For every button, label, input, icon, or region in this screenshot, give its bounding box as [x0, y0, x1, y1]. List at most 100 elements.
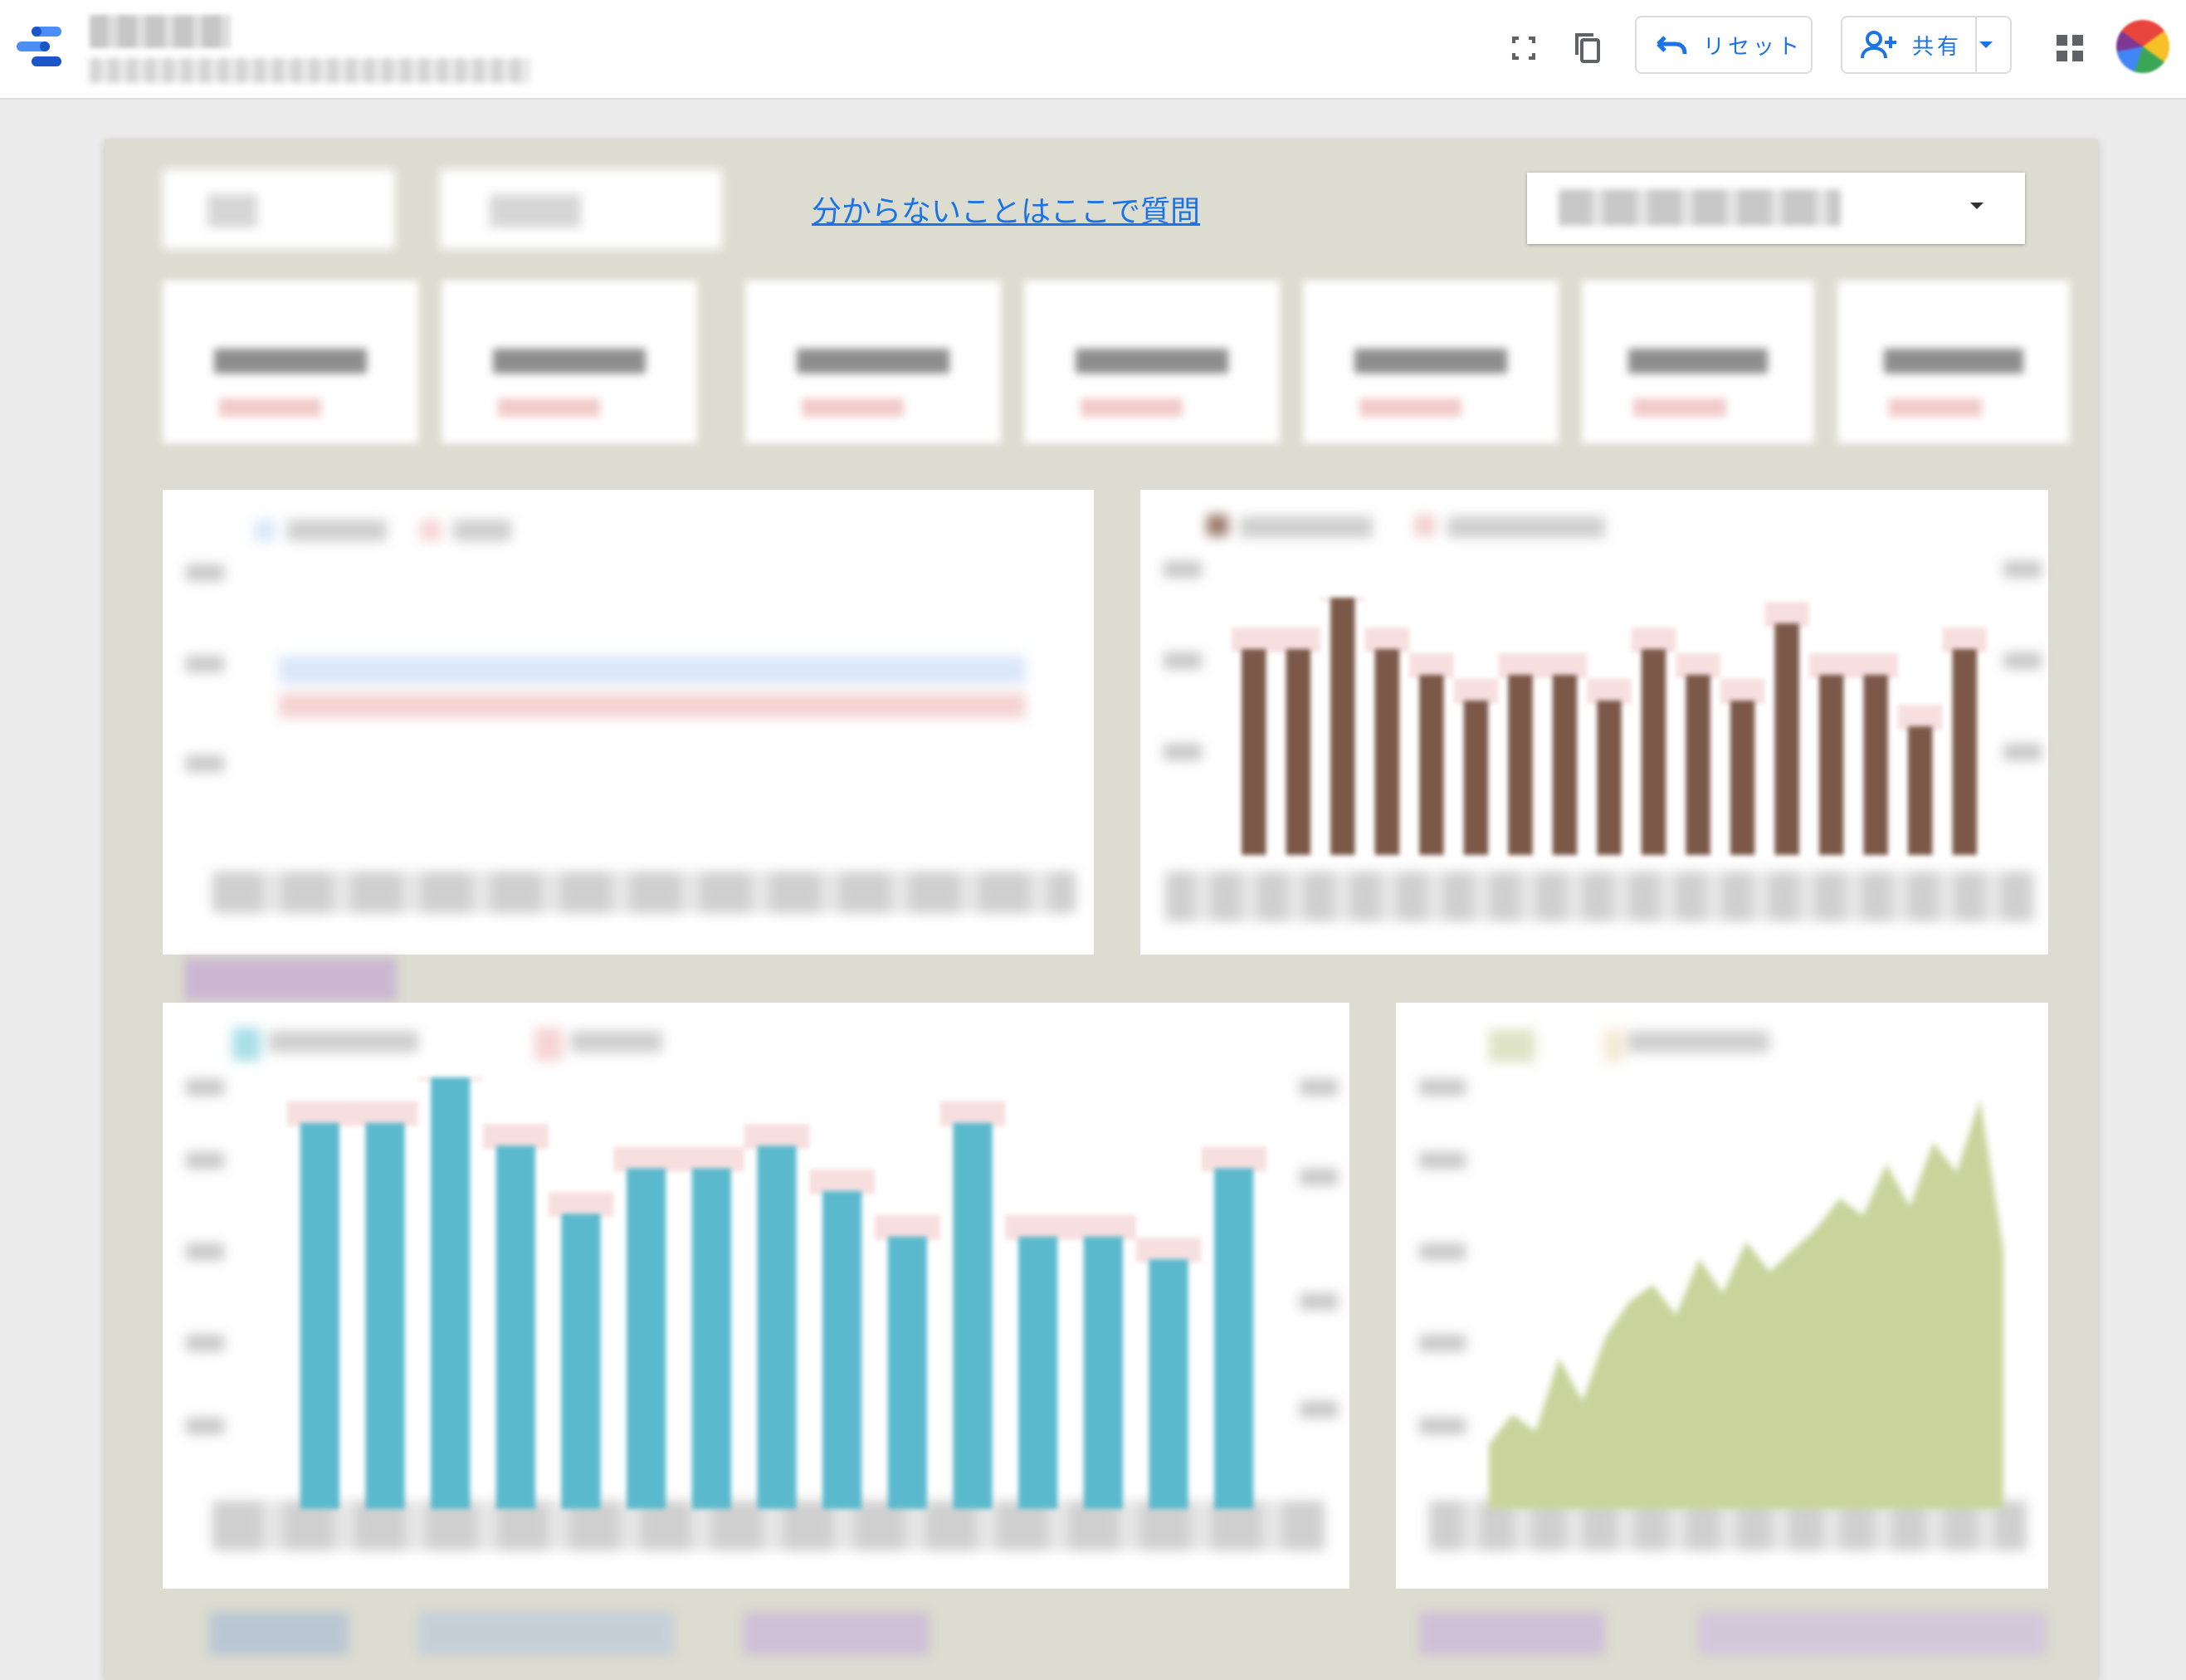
- section-label-purple-4: [1698, 1612, 2047, 1655]
- bar-overlay-0: [287, 1101, 353, 1126]
- bar-overlay-14: [1853, 653, 1898, 678]
- bar-1: [1286, 649, 1311, 855]
- green-area-plot: [1489, 1099, 2003, 1509]
- bar-4: [1419, 675, 1444, 855]
- bar-2: [431, 1077, 471, 1509]
- share-button[interactable]: 共有: [1841, 16, 2012, 74]
- bar-5: [627, 1168, 666, 1509]
- bar-overlay-1: [352, 1101, 418, 1126]
- bar-1: [365, 1122, 405, 1509]
- dropdown-value: [1559, 189, 1841, 226]
- bar-overlay-5: [613, 1146, 679, 1172]
- bar-14: [1863, 675, 1888, 855]
- help-link[interactable]: 分からないことはここで質問: [812, 188, 1200, 231]
- bar-overlay-1: [1276, 628, 1321, 652]
- bar-overlay-11: [1720, 679, 1765, 704]
- bar-7: [1552, 675, 1578, 855]
- bar-overlay-8: [809, 1169, 875, 1194]
- filter-control-2[interactable]: [440, 169, 722, 249]
- bar-overlay-5: [1453, 679, 1499, 704]
- bar-overlay-7: [1542, 653, 1588, 678]
- section-label-blue-1: [209, 1612, 349, 1655]
- bar-10: [953, 1122, 993, 1509]
- area-series: [1489, 1099, 2003, 1509]
- share-dropdown-toggle[interactable]: [1975, 17, 2010, 72]
- copy-icon[interactable]: [1569, 28, 1608, 68]
- bar-overlay-11: [1005, 1214, 1071, 1240]
- bar-0: [1242, 649, 1266, 855]
- bar-2: [1330, 598, 1355, 855]
- bar-6: [1508, 675, 1533, 855]
- add-person-icon: [1861, 31, 1896, 59]
- reset-label: リセット: [1703, 34, 1803, 60]
- bar-12: [1083, 1236, 1123, 1509]
- scorecard-7: [1837, 281, 2070, 443]
- bar-8: [1597, 701, 1622, 855]
- bar-10: [1686, 675, 1710, 855]
- reset-button[interactable]: リセット: [1635, 16, 1813, 74]
- section-label-purple: [184, 958, 397, 1001]
- user-avatar[interactable]: [2116, 20, 2169, 73]
- bar-11: [1730, 701, 1755, 855]
- filter-control-1[interactable]: [163, 169, 395, 249]
- app-header: リセット 共有: [0, 0, 2186, 100]
- bar-overlay-0: [1232, 628, 1276, 652]
- bar-overlay-10: [1676, 653, 1720, 678]
- data-studio-logo[interactable]: [15, 23, 65, 70]
- bar-8: [822, 1190, 862, 1509]
- dropdown-caret-icon: [1970, 203, 1984, 209]
- scorecard-4: [1024, 281, 1280, 443]
- teal-bar-plot: [287, 1077, 1266, 1509]
- bar-9: [887, 1236, 927, 1509]
- bar-overlay-3: [1364, 628, 1410, 652]
- brown-bar-plot: [1232, 598, 1987, 855]
- bar-4: [561, 1214, 601, 1509]
- teal-bar-chart: [163, 1003, 1349, 1589]
- fullscreen-icon[interactable]: [1504, 28, 1544, 68]
- bar-overlay-6: [1498, 653, 1543, 678]
- bar-overlay-13: [1808, 653, 1854, 678]
- section-label-blue-2: [418, 1612, 674, 1655]
- bar-3: [1374, 649, 1400, 855]
- bar-overlay-10: [939, 1101, 1006, 1126]
- bar-15: [1907, 726, 1933, 855]
- bar-5: [1463, 701, 1489, 855]
- report-dropdown[interactable]: [1527, 173, 2025, 244]
- bar-7: [757, 1145, 797, 1509]
- brown-bar-chart: [1140, 490, 2048, 955]
- green-area-chart: [1396, 1003, 2048, 1589]
- bar-overlay-7: [744, 1124, 810, 1150]
- section-label-purple-2: [744, 1612, 930, 1655]
- bar-14: [1214, 1168, 1254, 1509]
- bar-overlay-9: [1631, 628, 1676, 652]
- bar-3: [495, 1145, 535, 1509]
- bar-11: [1018, 1236, 1058, 1509]
- bar-overlay-3: [483, 1124, 549, 1150]
- scorecard-3: [745, 281, 1001, 443]
- bar-overlay-13: [1135, 1237, 1202, 1262]
- scorecard-5: [1303, 281, 1559, 443]
- bar-16: [1952, 649, 1977, 855]
- bar-9: [1641, 649, 1666, 855]
- bar-overlay-6: [679, 1146, 744, 1172]
- bar-overlay-16: [1942, 628, 1987, 652]
- bar-overlay-9: [875, 1214, 940, 1240]
- bar-12: [1774, 623, 1799, 855]
- line-chart: [163, 490, 1094, 955]
- bar-overlay-8: [1587, 679, 1632, 704]
- share-label: 共有: [1912, 34, 1963, 60]
- scorecard-1: [163, 281, 418, 443]
- bar-overlay-15: [1897, 705, 1943, 730]
- undo-icon: [1657, 36, 1687, 55]
- bar-6: [691, 1168, 731, 1509]
- bar-overlay-14: [1201, 1146, 1266, 1172]
- report-subtitle: [90, 58, 529, 83]
- bar-13: [1149, 1258, 1188, 1509]
- apps-grid-icon[interactable]: [2050, 28, 2090, 68]
- scorecard-6: [1582, 281, 1814, 443]
- bar-overlay-4: [548, 1192, 614, 1218]
- bar-13: [1818, 675, 1844, 855]
- bar-overlay-12: [1764, 602, 1809, 627]
- report-title[interactable]: [90, 15, 231, 48]
- scorecard-2: [442, 281, 697, 443]
